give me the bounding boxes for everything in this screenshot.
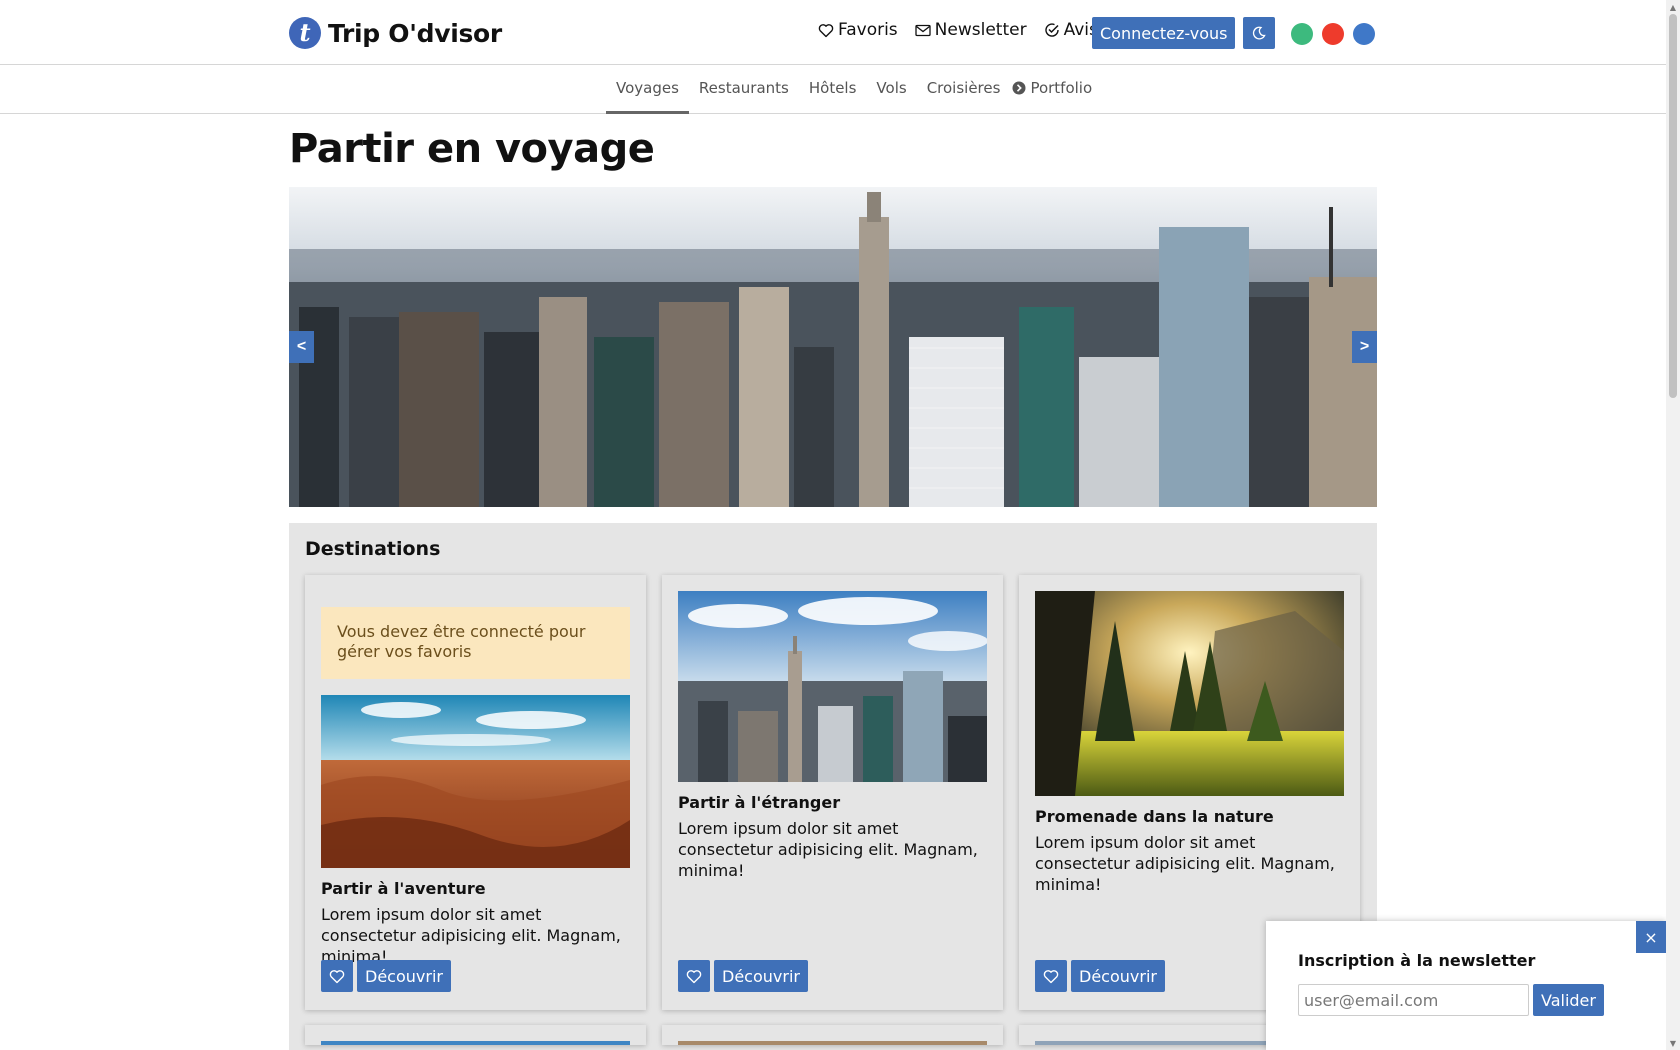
theme-color-blue[interactable]: [1353, 23, 1375, 45]
scrollbar-thumb[interactable]: [1669, 14, 1677, 398]
nav-tab-hotels[interactable]: Hôtels: [799, 66, 867, 114]
card-description: Lorem ipsum dolor sit amet consectetur a…: [321, 905, 621, 966]
brand-logo-icon: t: [289, 17, 321, 49]
carousel-prev-button[interactable]: <: [289, 331, 314, 363]
nav-tab-portfolio-label: Portfolio: [1030, 79, 1093, 97]
check-circle-icon: [1044, 23, 1059, 37]
discover-button[interactable]: Découvrir: [357, 960, 451, 992]
nav-tab-vols[interactable]: Vols: [866, 66, 916, 114]
nav-tab-voyages[interactable]: Voyages: [606, 66, 689, 114]
newsletter-submit-button[interactable]: Valider: [1533, 984, 1604, 1016]
scroll-up-icon[interactable]: ▲: [1666, 0, 1680, 14]
card-image-nature: [1035, 591, 1344, 796]
nav-tab-restaurants[interactable]: Restaurants: [689, 66, 799, 114]
card-image-partial: [678, 1041, 987, 1045]
card-image-abroad: [678, 591, 987, 782]
favorites-link[interactable]: Favoris: [818, 20, 898, 40]
destination-card: Partir à l'étranger Lorem ipsum dolor si…: [662, 575, 1003, 1010]
discover-button[interactable]: Découvrir: [1071, 960, 1165, 992]
newsletter-popup-title: Inscription à la newsletter: [1298, 951, 1536, 970]
page-scrollbar[interactable]: ▲ ▼: [1666, 0, 1680, 1050]
card-title: Promenade dans la nature: [1035, 807, 1274, 826]
reviews-link[interactable]: Avis: [1044, 20, 1098, 40]
top-links: Favoris Newsletter Avis: [818, 20, 1115, 40]
page-title: Partir en voyage: [289, 126, 655, 172]
heart-icon: [818, 23, 834, 37]
moon-icon: [1252, 26, 1266, 40]
favorites-link-label: Favoris: [838, 20, 898, 40]
carousel-image: [289, 187, 1377, 507]
login-required-alert: Vous devez être connecté pour gérer vos …: [321, 607, 630, 679]
destination-card-partial: [305, 1025, 646, 1045]
favorite-button[interactable]: [321, 960, 353, 992]
destination-card: Vous devez être connecté pour gérer vos …: [305, 575, 646, 1010]
card-title: Partir à l'aventure: [321, 879, 486, 898]
newsletter-email-input[interactable]: [1298, 984, 1529, 1016]
nav-tab-croisieres[interactable]: Croisières: [917, 66, 1003, 114]
login-button[interactable]: Connectez-vous: [1092, 17, 1236, 49]
destination-card-partial: [662, 1025, 1003, 1045]
card-title: Partir à l'étranger: [678, 793, 841, 812]
theme-color-red[interactable]: [1322, 23, 1344, 45]
discover-button[interactable]: Découvrir: [714, 960, 808, 992]
brand[interactable]: t Trip O'dvisor: [289, 17, 502, 49]
dark-mode-toggle[interactable]: [1243, 17, 1275, 49]
arrow-circle-right-icon: [1012, 81, 1026, 95]
newsletter-link[interactable]: Newsletter: [915, 20, 1027, 40]
card-image-adventure: [321, 695, 630, 868]
envelope-icon: [915, 24, 931, 36]
card-description: Lorem ipsum dolor sit amet consectetur a…: [678, 819, 978, 880]
favorite-button[interactable]: [1035, 960, 1067, 992]
heart-icon: [1043, 969, 1059, 983]
heart-icon: [329, 969, 345, 983]
destinations-section: Destinations Vous devez être connecté po…: [289, 523, 1377, 1050]
newsletter-link-label: Newsletter: [934, 20, 1027, 40]
scroll-down-icon[interactable]: ▼: [1666, 1036, 1680, 1050]
close-icon[interactable]: ×: [1636, 921, 1666, 953]
newsletter-popup: × Inscription à la newsletter Valider: [1266, 921, 1666, 1050]
card-description: Lorem ipsum dolor sit amet consectetur a…: [1035, 833, 1335, 894]
category-nav: Voyages Restaurants Hôtels Vols Croisièr…: [0, 66, 1666, 114]
heart-icon: [686, 969, 702, 983]
top-header: t Trip O'dvisor Favoris Newsletter Avis …: [0, 0, 1666, 65]
favorite-button[interactable]: [678, 960, 710, 992]
carousel-next-button[interactable]: >: [1352, 331, 1377, 363]
nav-tab-portfolio[interactable]: Portfolio: [1002, 66, 1102, 114]
destinations-heading: Destinations: [305, 538, 441, 560]
card-image-partial: [321, 1041, 630, 1045]
theme-color-green[interactable]: [1291, 23, 1313, 45]
brand-name: Trip O'dvisor: [328, 18, 502, 48]
